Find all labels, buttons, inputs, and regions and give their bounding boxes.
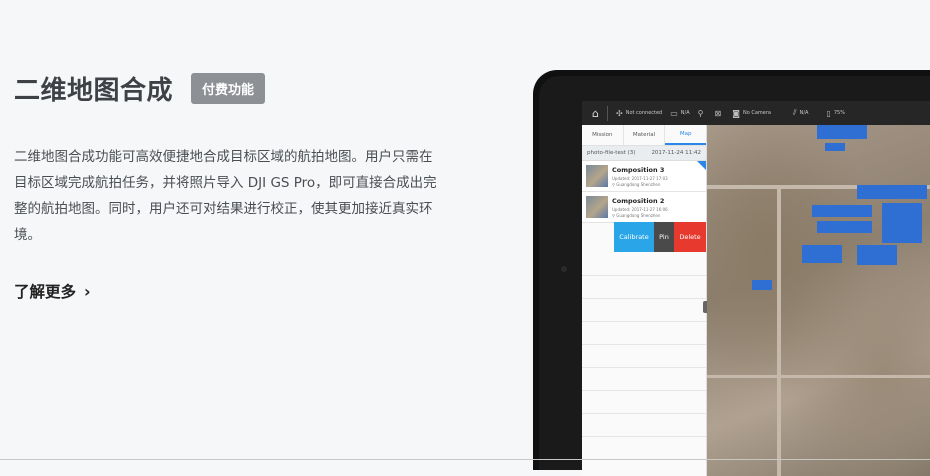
pin-button[interactable]: Pin — [654, 222, 674, 252]
map-building — [817, 125, 867, 139]
camera-icon: ◙ — [732, 108, 740, 118]
empty-row — [582, 322, 706, 345]
tab-map[interactable]: Map — [665, 125, 707, 145]
map-building — [812, 205, 872, 217]
drone-icon: ✣ — [616, 108, 623, 118]
camera-dot — [561, 266, 567, 272]
location-pin-icon: ⚲ — [612, 181, 615, 187]
item-updated: Updated: 2017-11-27 17:03 — [612, 175, 668, 181]
aircraft-status: ✣ Not connected — [616, 109, 662, 118]
empty-row — [582, 299, 706, 322]
section-description: 二维地图合成功能可高效便捷地合成目标区域的航拍地图。用户只需在目标区域完成航拍任… — [14, 149, 437, 243]
camera-status-label: No Camera — [742, 110, 771, 116]
item-location: ⚲ Guangdong Shenzhen — [612, 212, 661, 218]
map-building — [752, 280, 772, 290]
empty-row — [582, 276, 706, 299]
calibrate-button[interactable]: Calibrate — [614, 222, 654, 252]
rc-status: ▭ N/A — [670, 109, 689, 118]
location-pin-icon: ⚲ — [612, 212, 615, 218]
list-item[interactable]: Composition 2 Updated: 2017-11-27 16:06 … — [582, 192, 706, 223]
empty-row — [582, 391, 706, 414]
satellite-icon: ⚲ — [697, 108, 704, 118]
item-title: Composition 2 — [612, 196, 665, 205]
mission-panel: Mission Material Map photo-file-test (3)… — [582, 125, 707, 476]
home-icon[interactable]: ⌂ — [588, 105, 608, 121]
tablet-device: ⌂ ✣ Not connected ▭ N/A ⚲ ⊠ ◙ No Camera — [533, 70, 930, 476]
list-item[interactable]: Composition 3 Updated: 2017-11-27 17:03 … — [582, 161, 706, 192]
map-building — [817, 221, 872, 233]
item-updated: Updated: 2017-11-27 16:06 — [612, 206, 668, 212]
item-location: ⚲ Guangdong Shenzhen — [612, 181, 661, 187]
empty-row — [582, 253, 706, 276]
map-building — [857, 245, 897, 265]
empty-row — [582, 345, 706, 368]
folder-header[interactable]: photo-file-test (3) 2017-11-24 11:42 — [582, 146, 706, 161]
battery-status-label: 75% — [833, 110, 845, 116]
map-building — [882, 203, 922, 243]
link-status-label: N/A — [799, 110, 809, 116]
paid-feature-badge: 付费功能 — [191, 72, 266, 104]
signal-icon: ⊠ — [714, 108, 722, 118]
map-building — [825, 143, 845, 151]
folder-name: photo-file-test (3) — [587, 150, 636, 156]
link-status: ⫽ N/A — [793, 108, 808, 118]
map-thumbnail — [586, 196, 608, 218]
controller-icon: ▭ — [670, 108, 678, 118]
map-road — [777, 185, 781, 476]
learn-more-label: 了解更多 — [14, 283, 77, 301]
tablet-bezel: ⌂ ✣ Not connected ▭ N/A ⚲ ⊠ ◙ No Camera — [539, 76, 930, 476]
rc-status-label: N/A — [680, 110, 690, 116]
battery-icon: ▯ — [826, 108, 831, 118]
map-building — [857, 185, 927, 199]
map-road — [707, 375, 930, 378]
map-thumbnail — [586, 165, 608, 187]
chevron-right-icon: › — [84, 281, 91, 301]
section-title: 二维地图合成 — [14, 75, 174, 106]
swipe-actions: Calibrate Pin Delete — [614, 222, 706, 252]
tab-mission[interactable]: Mission — [582, 125, 624, 145]
map-building — [802, 245, 842, 263]
learn-more-link[interactable]: 了解更多 › — [14, 280, 91, 302]
delete-button[interactable]: Delete — [674, 222, 706, 252]
empty-row — [582, 414, 706, 437]
camera-status: ◙ No Camera — [732, 109, 771, 118]
aircraft-status-label: Not connected — [625, 110, 663, 116]
satellite-status: ⚲ — [698, 109, 707, 118]
battery-status: ▯ 75% — [826, 109, 845, 118]
feature-section: 二维地图合成 付费功能 二维地图合成功能可高效便捷地合成目标区域的航拍地图。用户… — [14, 70, 444, 301]
antenna-icon: ⫽ — [793, 108, 797, 117]
empty-row — [582, 368, 706, 391]
folder-date: 2017-11-24 11:42 — [651, 150, 701, 156]
item-title: Composition 3 — [612, 165, 665, 174]
selected-corner-icon — [697, 161, 706, 170]
panel-tabs: Mission Material Map — [582, 125, 707, 146]
title-row: 二维地图合成 付费功能 — [14, 70, 444, 106]
tab-material[interactable]: Material — [624, 125, 666, 145]
signal-status: ⊠ — [715, 109, 725, 118]
app-screen: ⌂ ✣ Not connected ▭ N/A ⚲ ⊠ ◙ No Camera — [582, 101, 930, 476]
app-topbar: ⌂ ✣ Not connected ▭ N/A ⚲ ⊠ ◙ No Camera — [582, 101, 930, 125]
aerial-map[interactable] — [707, 125, 930, 476]
